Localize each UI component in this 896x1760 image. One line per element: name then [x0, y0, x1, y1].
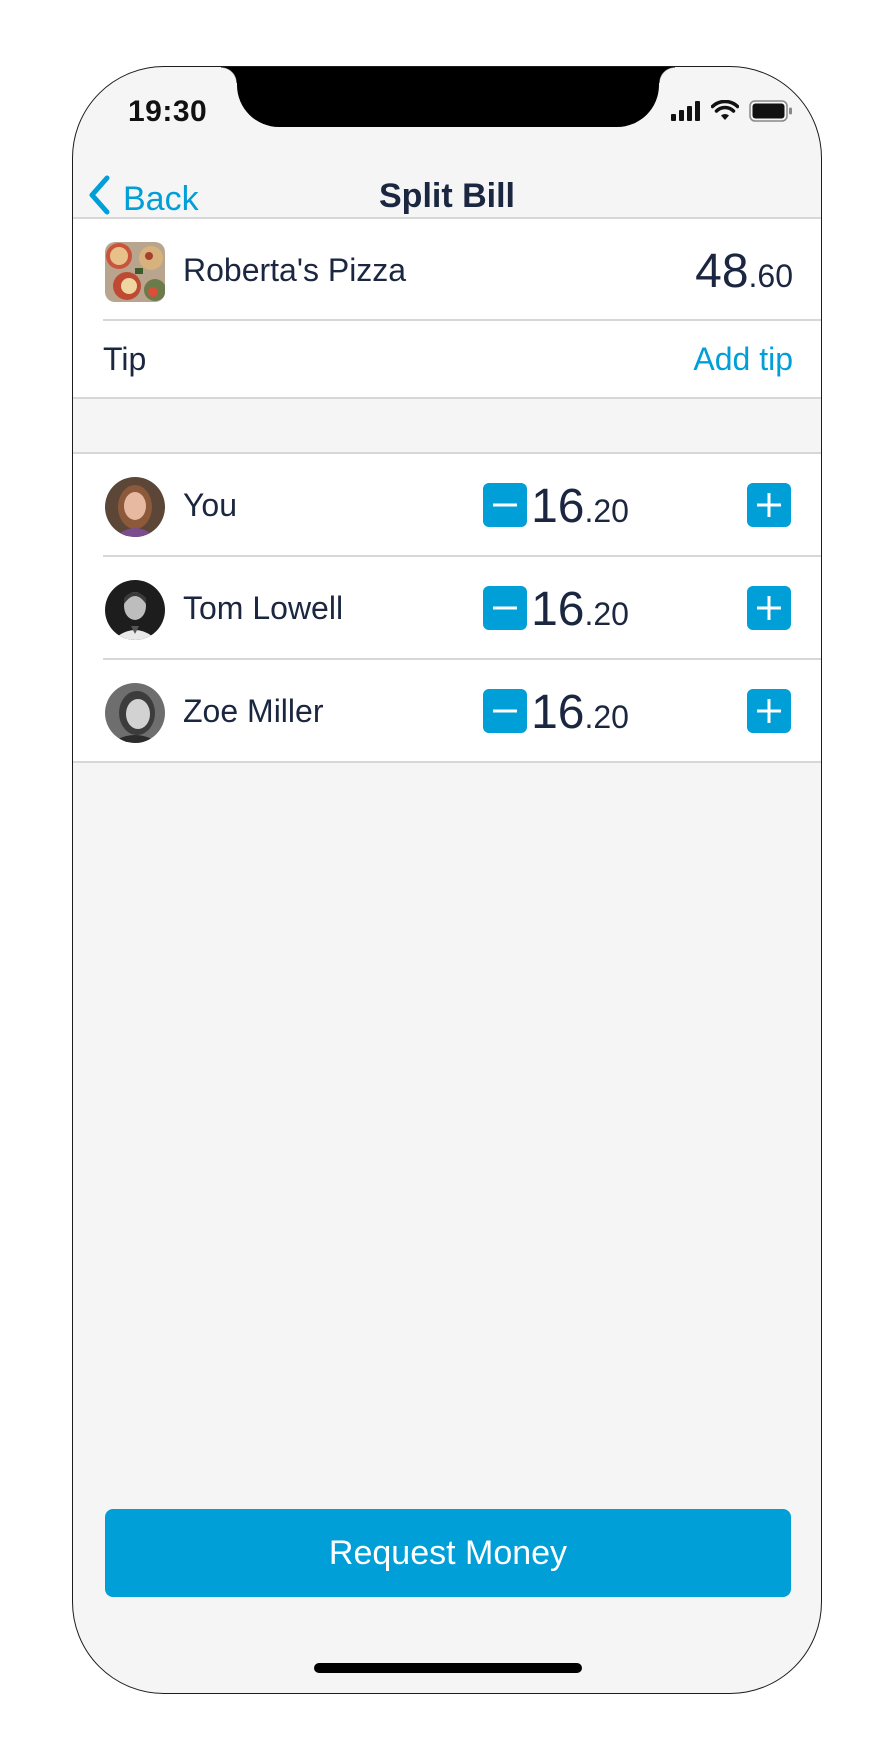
decrease-button[interactable]: [483, 586, 527, 630]
bill-amount-whole: 48: [695, 245, 749, 298]
minus-icon: [493, 503, 517, 507]
avatar: [105, 683, 165, 743]
plus-icon: [757, 596, 781, 620]
minus-icon: [493, 709, 517, 713]
bill-amount-cents: .60: [748, 258, 793, 294]
bill-section: Roberta's Pizza 48.60 Tip Add tip: [73, 217, 821, 399]
tip-label: Tip: [103, 341, 147, 377]
cellular-signal-icon: [671, 100, 701, 126]
divider: [73, 397, 821, 399]
participant-amount: 16.20: [531, 583, 629, 636]
phone-frame: 19:30 Back Split Bill Roberta's Pizza 48…: [72, 66, 822, 1694]
tip-row: Tip Add tip: [73, 321, 821, 397]
wifi-icon: [710, 99, 740, 127]
plus-icon: [757, 699, 781, 723]
avatar: [105, 477, 165, 537]
status-time: 19:30: [128, 95, 208, 128]
merchant-name: Roberta's Pizza: [183, 252, 407, 288]
participant-name: Zoe Miller: [183, 693, 324, 729]
participant-amount: 16.20: [531, 686, 629, 739]
increase-button[interactable]: [747, 689, 791, 733]
participant-name: Tom Lowell: [183, 590, 344, 626]
participant-row: Tom Lowell 16.20: [73, 556, 821, 658]
decrease-button[interactable]: [483, 689, 527, 733]
participants-section: You 16.20 Tom Lowell 16.20 Zoe Miller 16…: [73, 452, 821, 763]
avatar: [105, 580, 165, 640]
plus-icon: [757, 493, 781, 517]
merchant-row[interactable]: Roberta's Pizza 48.60: [73, 218, 821, 320]
participant-name: You: [183, 487, 237, 523]
divider: [73, 761, 821, 763]
bill-amount: 48.60: [695, 244, 793, 299]
participant-row: You 16.20: [73, 453, 821, 555]
minus-icon: [493, 606, 517, 610]
participant-row: Zoe Miller 16.20: [73, 659, 821, 761]
page-title: Split Bill: [379, 177, 515, 215]
notch: [221, 67, 675, 127]
increase-button[interactable]: [747, 483, 791, 527]
merchant-photo: [105, 242, 165, 302]
decrease-button[interactable]: [483, 483, 527, 527]
home-indicator: [314, 1663, 582, 1673]
add-tip-link[interactable]: Add tip: [693, 341, 793, 378]
participant-amount: 16.20: [531, 480, 629, 533]
request-money-button[interactable]: Request Money: [105, 1509, 791, 1597]
battery-icon: [749, 99, 793, 127]
increase-button[interactable]: [747, 586, 791, 630]
status-icons: [671, 99, 793, 127]
